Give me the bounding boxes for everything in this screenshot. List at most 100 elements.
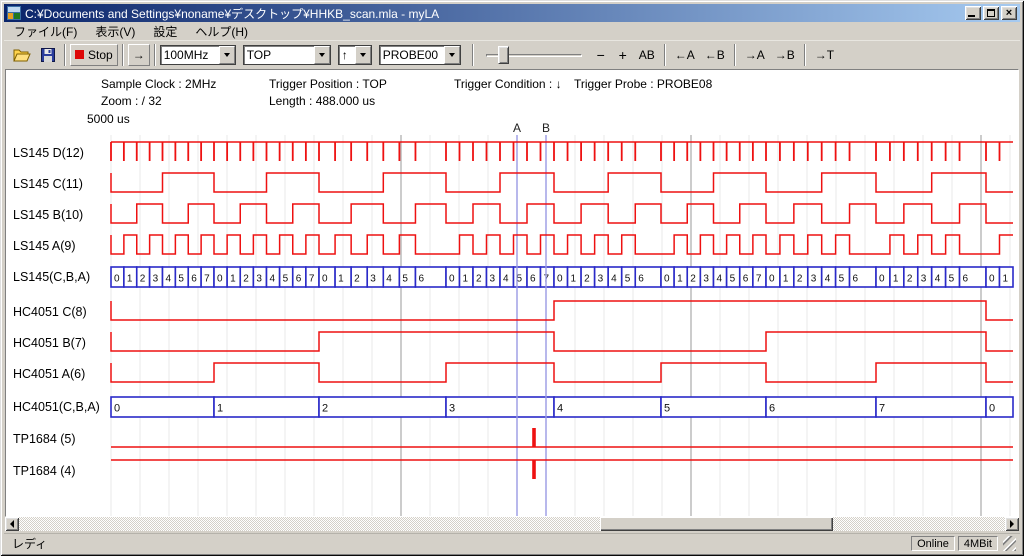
zoom-slider-thumb[interactable]: [498, 46, 509, 64]
waveform-canvas[interactable]: 0123456701234567012345601234567012345601…: [6, 70, 1018, 516]
sample-clock-dropdown-button[interactable]: [219, 46, 235, 64]
bus-value: 6: [296, 274, 302, 285]
bus-value: 2: [690, 274, 696, 285]
bus-value: 1: [677, 274, 683, 285]
goto-b-right-button[interactable]: →B: [770, 44, 800, 66]
maximize-button[interactable]: [983, 6, 999, 20]
scrollbar-thumb[interactable]: [600, 517, 833, 531]
save-file-button[interactable]: [36, 44, 60, 66]
chevron-down-icon: [449, 53, 455, 60]
bus-value: 5: [283, 274, 289, 285]
arrow-right-icon: [1010, 520, 1018, 528]
probe-dropdown-button[interactable]: [444, 46, 460, 64]
chevron-down-icon: [224, 53, 230, 60]
toolbar-separator: [804, 44, 806, 66]
trigger-position-select[interactable]: TOP: [243, 45, 331, 65]
zoom-slider[interactable]: [484, 44, 584, 66]
zoom-out-button[interactable]: −: [590, 44, 612, 66]
bus-value: 3: [703, 274, 709, 285]
channel-label: HC4051 B(7): [13, 336, 86, 350]
sample-clock-select[interactable]: 100MHz: [160, 45, 236, 65]
window-title: C:¥Documents and Settings¥noname¥デスクトップ¥…: [25, 5, 963, 22]
bus-value: 7: [204, 274, 210, 285]
goto-b-left-button[interactable]: ←B: [700, 44, 730, 66]
bus-value: 0: [769, 274, 775, 285]
bus-value: 2: [476, 274, 482, 285]
menu-item-help[interactable]: ヘルプ(H): [186, 22, 257, 41]
toolbar-separator: [472, 44, 474, 66]
bus-value: 0: [989, 403, 995, 415]
bus-value: 1: [230, 274, 236, 285]
probe-value: PROBE00: [380, 46, 444, 64]
bus-row: 012345670: [111, 397, 1013, 417]
bus-value: 3: [921, 274, 927, 285]
bus-value: 6: [853, 274, 859, 285]
goto-a-left-button[interactable]: ←A: [670, 44, 700, 66]
pulse: [532, 428, 536, 447]
channel-label: LS145 B(10): [13, 208, 83, 222]
bus-value: 0: [989, 274, 995, 285]
bus-value: 5: [402, 274, 408, 285]
menu-item-settings[interactable]: 設定: [144, 22, 186, 41]
run-arrow-icon: →: [133, 48, 145, 62]
bus-value: 1: [217, 403, 223, 415]
channel-label: TP1684 (5): [13, 432, 76, 446]
bus-value: 4: [935, 274, 941, 285]
horizontal-scrollbar[interactable]: [5, 517, 1019, 531]
menu-item-view[interactable]: 表示(V): [86, 22, 144, 41]
minimize-icon: [968, 15, 975, 17]
minimize-button[interactable]: [965, 6, 981, 20]
bus-value: 6: [743, 274, 749, 285]
bus-value: 3: [811, 274, 817, 285]
cursor-label-a: A: [513, 121, 521, 135]
bus-value: 3: [153, 274, 159, 285]
toolbar-separator: [734, 44, 736, 66]
bus-value: 6: [530, 274, 536, 285]
bus-value: 4: [386, 274, 392, 285]
bus-value: 7: [879, 403, 885, 415]
bus-value: 1: [338, 274, 344, 285]
bus-value: 7: [309, 274, 315, 285]
bus-value: 2: [584, 274, 590, 285]
channel-label: TP1684 (4): [13, 464, 76, 478]
scroll-left-button[interactable]: [5, 517, 19, 531]
close-button[interactable]: ×: [1001, 6, 1017, 20]
bus-value: 4: [611, 274, 617, 285]
title-bar[interactable]: C:¥Documents and Settings¥noname¥デスクトップ¥…: [4, 4, 1020, 22]
trigger-edge-select[interactable]: ↑: [338, 45, 372, 65]
status-online: Online: [911, 536, 955, 551]
bus-value: 4: [825, 274, 831, 285]
resize-grip[interactable]: [1003, 536, 1016, 551]
trigger-position-dropdown-button[interactable]: [314, 46, 330, 64]
bus-value: 2: [243, 274, 249, 285]
probe-select[interactable]: PROBE00: [379, 45, 461, 65]
bus-value: 6: [963, 274, 969, 285]
bus-value: 2: [322, 403, 328, 415]
bus-value: 2: [354, 274, 360, 285]
zoom-in-button[interactable]: +: [612, 44, 634, 66]
channel-label: LS145(C,B,A): [13, 270, 90, 284]
bus-value: 6: [418, 274, 424, 285]
stop-button[interactable]: Stop: [70, 44, 118, 66]
goto-trigger-button[interactable]: →T: [810, 44, 839, 66]
cursor-layer[interactable]: AB: [513, 121, 550, 516]
trigger-edge-dropdown-button[interactable]: [355, 46, 371, 64]
bus-value: 1: [1003, 274, 1009, 285]
run-button[interactable]: →: [128, 44, 150, 66]
ab-button[interactable]: AB: [634, 44, 660, 66]
scroll-right-button[interactable]: [1005, 517, 1019, 531]
menu-bar: ファイル(F) 表示(V) 設定 ヘルプ(H): [4, 23, 1020, 40]
menu-item-file[interactable]: ファイル(F): [5, 22, 86, 41]
open-file-button[interactable]: [8, 44, 36, 66]
bus-value: 3: [490, 274, 496, 285]
bus-value: 3: [370, 274, 376, 285]
bus-value: 5: [730, 274, 736, 285]
digital-waveform: [111, 363, 1013, 382]
bus-value: 5: [178, 274, 184, 285]
bus-value: 0: [114, 274, 120, 285]
goto-a-right-button[interactable]: →A: [740, 44, 770, 66]
bus-value: 1: [127, 274, 133, 285]
channel-label: HC4051(C,B,A): [13, 400, 100, 414]
waveform-client-area[interactable]: Sample Clock : 2MHz Trigger Position : T…: [5, 69, 1019, 517]
open-folder-icon: [13, 48, 31, 62]
